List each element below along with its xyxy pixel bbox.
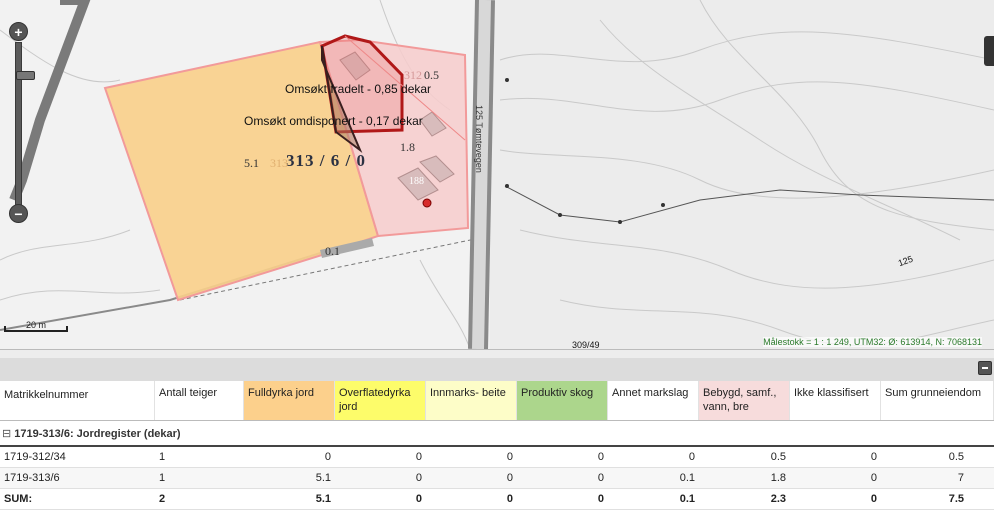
cell-bebygd: 1.8 [770, 472, 786, 484]
header-overflatedyrka[interactable]: Overflatedyrka jord [335, 381, 426, 420]
cell-annet-markslag: 0.1 [679, 472, 695, 484]
house-number-label: 188 [409, 176, 424, 187]
cell-innmarksbeite: 0 [506, 472, 513, 484]
cell-annet-markslag: 0 [688, 451, 695, 463]
header-antall-teiger[interactable]: Antall teiger [155, 381, 244, 420]
group-label: 1719-313/6: Jordregister (dekar) [14, 428, 181, 440]
cell-antall-teiger: 1 [159, 472, 166, 484]
side-panel-toggle[interactable] [984, 36, 994, 66]
cell-sum: 0.5 [948, 451, 964, 463]
cell-overflatedyrka: 0 [415, 472, 422, 484]
header-innmarksbeite[interactable]: Innmarks- beite [426, 381, 517, 420]
parcel-313-label: 313 [270, 156, 288, 170]
parcel-312-label: 312 [404, 68, 422, 82]
map-view[interactable]: Omsøkt fradelt - 0,85 dekar Omsøkt omdis… [0, 0, 994, 349]
sum-ikke-klassifisert: 0 [870, 493, 877, 505]
cell-bebygd: 0.5 [770, 451, 786, 463]
table-row[interactable]: 1719-313/6 1 5.1 0 0 0 0.1 1.8 0 7 [0, 468, 994, 489]
road-label: 125 Tømtevegen [474, 105, 484, 173]
scale-bar: 20 m [4, 320, 68, 332]
sum-innmarksbeite: 0 [506, 493, 513, 505]
table-row[interactable]: 1719-312/34 1 0 0 0 0 0 0.5 0 0.5 [0, 447, 994, 468]
cell-matrikkelnummer: 1719-312/34 [4, 451, 66, 463]
fradelt-label: Omsøkt fradelt - 0,85 dekar [285, 82, 432, 96]
sum-label: SUM: [4, 493, 33, 505]
cell-produktiv-skog: 0 [597, 451, 604, 463]
header-annet-markslag[interactable]: Annet markslag [608, 381, 699, 420]
zoom-in-button[interactable]: + [9, 22, 28, 41]
area-01-label: 0.1 [325, 244, 340, 258]
sum-produktiv-skog: 0 [597, 493, 604, 505]
result-panel-header [0, 349, 994, 381]
zoom-slider-thumb[interactable] [16, 71, 35, 80]
sum-row: SUM: 2 5.1 0 0 0 0.1 2.3 0 7.5 [0, 489, 994, 510]
zoom-out-button[interactable]: − [9, 204, 28, 223]
area-18-label: 1.8 [400, 140, 415, 154]
jordregister-table: Matrikkelnummer Antall teiger Fulldyrka … [0, 381, 994, 510]
collapse-panel-button[interactable] [978, 361, 992, 375]
scale-coordinates-status: Målestokk = 1 : 1 249, UTM32: Ø: 613914,… [763, 337, 982, 347]
sum-total: 7.5 [948, 493, 964, 505]
area-05-label: 0.5 [424, 68, 439, 82]
header-fulldyrka[interactable]: Fulldyrka jord [244, 381, 335, 420]
sum-antall-teiger: 2 [159, 493, 166, 505]
parcel-id-label: 313 / 6 / 0 [286, 151, 366, 170]
header-ikke-klassifisert[interactable]: Ikke klassifisert [790, 381, 881, 420]
header-sum-grunneiendom[interactable]: Sum grunneiendom [881, 381, 994, 420]
cell-sum: 7 [957, 472, 964, 484]
sum-bebygd: 2.3 [770, 493, 786, 505]
cell-fulldyrka: 0 [324, 451, 331, 463]
sum-annet-markslag: 0.1 [679, 493, 695, 505]
cell-ikke-klassifisert: 0 [870, 451, 877, 463]
expand-collapse-icon[interactable]: ⊟ [2, 428, 11, 440]
cell-produktiv-skog: 0 [597, 472, 604, 484]
zoom-control[interactable]: + − [9, 22, 35, 223]
cell-overflatedyrka: 0 [415, 451, 422, 463]
sum-fulldyrka: 5.1 [315, 493, 331, 505]
cell-antall-teiger: 1 [159, 451, 166, 463]
sum-overflatedyrka: 0 [415, 493, 422, 505]
cell-fulldyrka: 5.1 [315, 472, 331, 484]
omdisponert-label: Omsøkt omdisponert - 0,17 dekar [244, 114, 423, 128]
cell-matrikkelnummer: 1719-313/6 [4, 472, 60, 484]
cell-innmarksbeite: 0 [506, 451, 513, 463]
header-bebygd[interactable]: Bebygd, samf., vann, bre [699, 381, 790, 420]
header-matrikkelnummer[interactable]: Matrikkelnummer [0, 381, 155, 420]
group-row[interactable]: ⊟ 1719-313/6: Jordregister (dekar) [0, 421, 994, 447]
zoom-slider-track[interactable] [15, 42, 35, 214]
cell-ikke-klassifisert: 0 [870, 472, 877, 484]
parcel-309-label: 309/49 [572, 340, 600, 349]
table-header: Matrikkelnummer Antall teiger Fulldyrka … [0, 381, 994, 421]
header-produktiv-skog[interactable]: Produktiv skog [517, 381, 608, 420]
area-51-label: 5.1 [244, 156, 259, 170]
map-canvas[interactable] [0, 0, 994, 349]
